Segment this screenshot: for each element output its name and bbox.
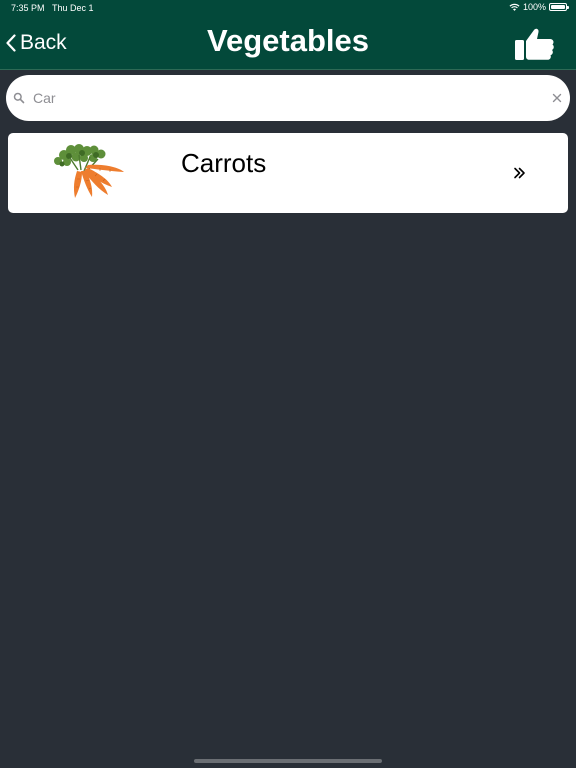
status-bar: 7:35 PM Thu Dec 1 100% [0,0,576,16]
back-label: Back [20,31,67,54]
status-time: 7:35 PM [11,3,45,13]
search-input[interactable] [33,86,533,110]
search-bar[interactable] [6,75,570,121]
wifi-icon [509,3,520,11]
list-item[interactable]: Carrots [8,133,568,213]
item-title: Carrots [181,148,267,178]
clear-search-icon[interactable] [551,92,563,104]
chevron-left-icon [6,34,16,52]
like-button[interactable] [512,24,560,64]
navigation-bar: 7:35 PM Thu Dec 1 100% Back Vegetables [0,0,576,70]
back-button[interactable]: Back [6,29,67,57]
thumbs-up-icon [515,28,554,60]
status-right: 100% [509,2,569,12]
battery-icon [549,3,569,11]
search-icon [13,92,25,104]
carrot-image [54,144,124,198]
page-title: Vegetables [207,23,369,58]
status-date: Thu Dec 1 [52,3,94,13]
battery-percent: 100% [522,2,546,12]
double-chevron-right-icon [514,167,525,179]
home-indicator[interactable] [194,759,382,763]
